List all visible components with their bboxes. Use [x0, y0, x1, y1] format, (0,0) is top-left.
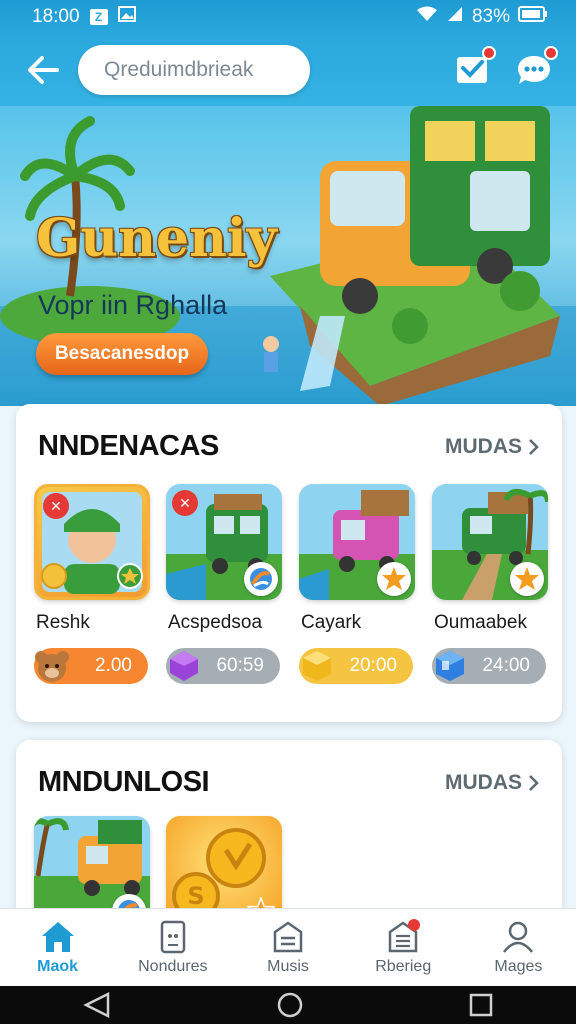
- section-header: NNDENACAS MUDAS: [38, 430, 540, 463]
- status-time: 18:00: [32, 6, 80, 27]
- nav-item-mages[interactable]: Mages: [461, 909, 576, 986]
- nav-item-home[interactable]: Maok: [0, 909, 115, 986]
- wifi-icon: [416, 6, 438, 28]
- recents-square-icon[interactable]: [468, 992, 494, 1018]
- section-title: NNDENACAS: [38, 430, 219, 462]
- price-pill[interactable]: 60:59: [166, 648, 280, 684]
- home-circle-icon[interactable]: [276, 991, 304, 1019]
- purple-gem-icon: [164, 646, 204, 686]
- chevron-right-icon: [529, 438, 539, 455]
- nav-item-nondures[interactable]: Nondures: [115, 909, 230, 986]
- section-title: MNDUNLOSI: [38, 766, 210, 798]
- notification-icon: Z: [89, 9, 108, 25]
- price-value: 2.00: [95, 655, 132, 676]
- chat-badge: [544, 46, 558, 60]
- star-badge-icon: [377, 562, 411, 596]
- notification-badge: [482, 46, 496, 60]
- see-more-label: MUDAS: [445, 434, 522, 458]
- phone-icon: [160, 920, 186, 953]
- price-value: 60:59: [216, 655, 264, 676]
- see-more-label: MUDAS: [445, 770, 522, 794]
- search-input[interactable]: Qreduimdbriеak: [78, 45, 310, 95]
- price-pill[interactable]: 24:00: [432, 648, 546, 684]
- chevron-right-icon: [529, 774, 539, 791]
- chat-button[interactable]: [516, 46, 558, 88]
- nav-label: Mages: [494, 957, 543, 975]
- system-navigation-bar: [0, 986, 576, 1024]
- star-badge-icon: [510, 562, 544, 596]
- signal-icon: [446, 6, 464, 28]
- banner-title: Guneniy: [36, 208, 277, 269]
- bear-icon: [32, 646, 72, 686]
- price-pill[interactable]: 20:00: [299, 648, 413, 684]
- profile-icon: [503, 921, 534, 953]
- price-value: 20:00: [349, 655, 397, 676]
- price-value: 24:00: [482, 655, 530, 676]
- back-triangle-icon[interactable]: [82, 992, 112, 1018]
- section-featured-apps: NNDENACAS MUDAS ✕ Reshk 2.00 ✕ Acspedsoa…: [16, 404, 562, 722]
- app-name: Cayark: [301, 612, 362, 633]
- nav-label: Nondures: [138, 957, 208, 975]
- price-pill[interactable]: 2.00: [34, 648, 148, 684]
- inbox-button[interactable]: [454, 46, 496, 88]
- bottom-navigation: Maok Nondures Musis Rberieg Mages: [0, 908, 576, 986]
- top-app-bar: Qreduimdbriеak: [0, 34, 576, 106]
- app-card[interactable]: Oumaabek 24:00: [432, 484, 548, 684]
- blue-cube-icon: [430, 646, 470, 686]
- arrow-left-icon: [28, 56, 59, 84]
- nav-item-musis[interactable]: Musis: [230, 909, 345, 986]
- battery-icon: [518, 6, 548, 28]
- swirl-icon: [244, 562, 278, 596]
- nav-label: Maok: [37, 957, 79, 975]
- close-badge-icon: ✕: [43, 493, 69, 519]
- app-name: Acspedsoa: [168, 612, 263, 633]
- yellow-cube-icon: [297, 646, 337, 686]
- app-thumbnail[interactable]: [299, 484, 415, 600]
- app-card[interactable]: Cayark 20:00: [299, 484, 415, 684]
- app-name: Reshk: [36, 612, 90, 633]
- nav-item-rberieg[interactable]: Rberieg: [346, 909, 461, 986]
- home-icon: [41, 921, 74, 952]
- section-header: MNDUNLOSI MUDAS: [38, 766, 540, 799]
- status-bar: 18:00 Z 83%: [0, 0, 576, 34]
- nav-label: Musis: [267, 957, 309, 975]
- app-thumbnail[interactable]: ✕: [34, 484, 150, 600]
- close-badge-icon: ✕: [172, 490, 198, 516]
- battery-percent: 83%: [471, 6, 510, 27]
- image-icon: [117, 6, 136, 28]
- app-thumbnail[interactable]: ✕: [166, 484, 282, 600]
- banner-cta-button[interactable]: Besacanesdop: [36, 333, 208, 375]
- banner-subtitle: Vopr iin Rghalla: [38, 290, 228, 320]
- search-placeholder: Qreduimdbriеak: [104, 58, 254, 81]
- nav-badge: [407, 919, 420, 931]
- app-card[interactable]: ✕ Acspedsoa 60:59: [166, 484, 282, 684]
- document-icon: [273, 920, 303, 952]
- see-more-link[interactable]: MUDAS: [445, 771, 540, 795]
- back-button[interactable]: [18, 45, 68, 95]
- app-thumbnail[interactable]: [432, 484, 548, 600]
- nav-label: Rberieg: [375, 957, 432, 975]
- app-card[interactable]: ✕ Reshk 2.00: [34, 484, 150, 684]
- svg-text:S: S: [187, 882, 204, 910]
- see-more-link[interactable]: MUDAS: [445, 435, 540, 459]
- app-name: Oumaabek: [434, 612, 527, 633]
